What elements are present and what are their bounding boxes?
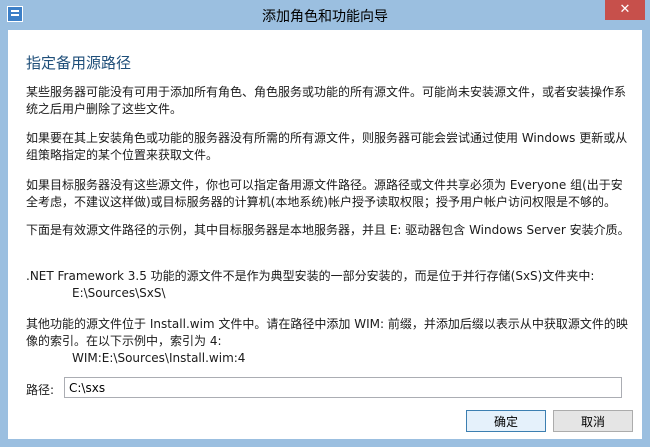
- paragraph-examples-intro: 下面是有效源文件路径的示例，其中目标服务器是本地服务器，并且 E: 驱动器包含 …: [26, 223, 630, 237]
- paragraph-wim: 其他功能的源文件位于 Install.wim 文件中。请在路径中添加 WIM: …: [26, 316, 632, 367]
- close-button[interactable]: ✕: [605, 0, 645, 20]
- dialog-body: 指定备用源路径 某些服务器可能没有可用于添加所有角色、角色服务或功能的所有源文件…: [8, 30, 642, 439]
- paragraph-windows-update: 如果要在其上安装角色或功能的服务器没有所需的所有源文件，则服务器可能会尝试通过使…: [26, 131, 628, 162]
- path-input[interactable]: [64, 377, 622, 398]
- dialog-window: 添加角色和功能向导 ✕ 指定备用源路径 某些服务器可能没有可用于添加所有角色、角…: [0, 0, 650, 447]
- netfx-example-path: E:\Sources\SxS\: [72, 286, 166, 300]
- paragraph-alternate-path: 如果目标服务器没有这些源文件，你也可以指定备用源文件路径。源路径或文件共享必须为…: [26, 178, 623, 209]
- title-bar[interactable]: 添加角色和功能向导 ✕: [0, 0, 650, 30]
- cancel-button[interactable]: 取消: [553, 410, 633, 432]
- netfx-description: .NET Framework 3.5 功能的源文件不是作为典型安装的一部分安装的…: [26, 269, 595, 283]
- window-title: 添加角色和功能向导: [262, 9, 388, 25]
- paragraph-missing-files: 某些服务器可能没有可用于添加所有角色、角色服务或功能的所有源文件。可能尚未安装源…: [26, 85, 627, 116]
- wim-description: 其他功能的源文件位于 Install.wim 文件中。请在路径中添加 WIM: …: [26, 317, 628, 348]
- path-label: 路径:: [26, 383, 55, 397]
- paragraph-netfx: .NET Framework 3.5 功能的源文件不是作为典型安装的一部分安装的…: [26, 268, 632, 302]
- ok-button[interactable]: 确定: [466, 410, 546, 432]
- wim-example-path: WIM:E:\Sources\Install.wim:4: [72, 351, 246, 365]
- close-icon: ✕: [619, 2, 631, 17]
- page-heading: 指定备用源路径: [26, 54, 132, 72]
